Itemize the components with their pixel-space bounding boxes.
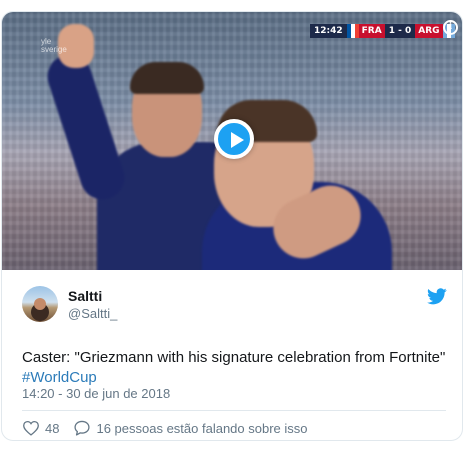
match-clock: 12:42 <box>310 24 347 38</box>
team-home: FRA <box>358 24 385 38</box>
tweet-timestamp[interactable]: 14:20 - 30 de jun de 2018 <box>22 386 170 401</box>
tweet-body: Caster: "Griezmann with his signature ce… <box>22 349 446 366</box>
play-icon <box>231 132 244 148</box>
display-name[interactable]: Saltti <box>68 288 102 304</box>
info-icon[interactable]: i <box>443 20 458 35</box>
match-score: 1 - 0 <box>384 24 416 38</box>
embedded-tweet-card: 12:42 FRA 1 - 0 ARG i yle sverige Saltti… <box>1 11 463 441</box>
video-thumbnail[interactable]: 12:42 FRA 1 - 0 ARG i yle sverige <box>2 12 462 270</box>
flag-home-icon <box>346 24 359 38</box>
player-left-hair <box>130 62 204 94</box>
avatar-image <box>31 298 49 321</box>
watermark-line-2: sverige <box>41 45 67 54</box>
divider <box>22 410 446 411</box>
heart-icon[interactable] <box>22 420 40 436</box>
conversation-link[interactable]: 16 pessoas estão falando sobre isso <box>96 421 307 436</box>
tweet-text: Caster: "Griezmann with his signature ce… <box>22 348 447 388</box>
tweet-actions: 48 16 pessoas estão falando sobre isso <box>22 420 308 436</box>
like-count[interactable]: 48 <box>45 421 59 436</box>
user-handle[interactable]: @Saltti_ <box>68 306 117 321</box>
avatar[interactable] <box>22 286 58 322</box>
broadcaster-watermark: yle sverige <box>41 38 67 54</box>
play-button[interactable] <box>214 119 254 159</box>
comment-bubble-icon[interactable] <box>73 420 91 436</box>
team-away: ARG <box>415 24 443 38</box>
twitter-bird-icon[interactable] <box>427 288 447 305</box>
hashtag-link[interactable]: #WorldCup <box>22 369 97 386</box>
scoreboard: 12:42 FRA 1 - 0 ARG <box>310 24 455 38</box>
